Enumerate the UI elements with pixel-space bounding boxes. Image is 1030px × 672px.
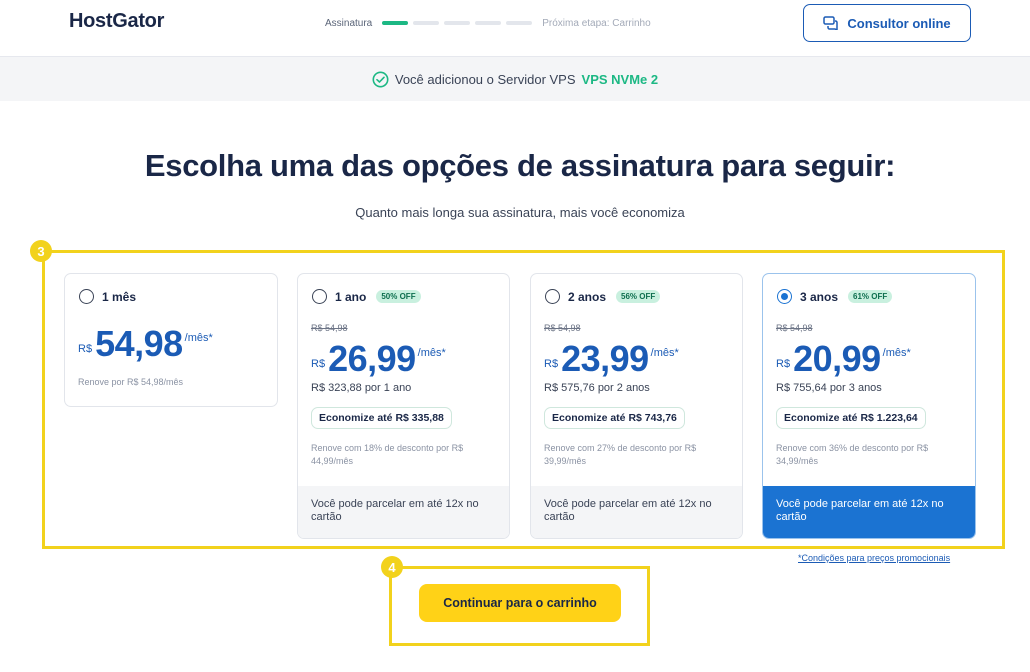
- price-period: /mês*: [417, 347, 446, 359]
- progress-bar-segment: [475, 21, 502, 25]
- added-product-notice: Você adicionou o Servidor VPS VPS NVMe 2: [0, 57, 1030, 101]
- price-period: /mês*: [882, 347, 911, 359]
- plan-radio-1-month[interactable]: [79, 289, 94, 304]
- notice-plan-name: VPS NVMe 2: [581, 71, 659, 87]
- chat-bubbles-icon: [823, 16, 839, 30]
- plan-term: 1 mês: [102, 289, 137, 304]
- plan-radio-3-years[interactable]: [777, 289, 792, 304]
- plan-renew-text: Renove com 18% de desconto por R$ 44,99/…: [311, 443, 464, 466]
- plan-old-price: R$ 54,98: [544, 323, 581, 333]
- plan-price: R$ 23,99 /mês*: [544, 341, 679, 377]
- page-title: Escolha uma das opções de assinatura par…: [144, 148, 896, 183]
- plan-term: 1 ano: [335, 289, 367, 304]
- price-currency: R$: [776, 358, 791, 370]
- price-currency: R$: [78, 343, 93, 355]
- cta-highlight-badge: 4: [381, 556, 403, 578]
- plan-card-2-years[interactable]: 2 anos 56% OFF R$ 54,98 R$ 23,99 /mês* R…: [530, 273, 743, 539]
- plan-installments-note: Você pode parcelar em até 12x no cartão: [763, 486, 975, 538]
- plan-renew-text: Renove com 36% de desconto por R$ 34,99/…: [776, 443, 929, 466]
- promo-conditions-link[interactable]: *Condições para preços promocionais: [798, 553, 950, 563]
- notice-text: Você adicionou o Servidor VPS: [394, 71, 576, 87]
- hostgator-logo[interactable]: HostGator: [69, 10, 164, 33]
- plan-card-1-month[interactable]: 1 mês R$ 54,98 /mês* Renove por R$ 54,98…: [64, 273, 278, 407]
- plan-term: 2 anos: [568, 289, 607, 304]
- plan-installments-note: Você pode parcelar em até 12x no cartão: [298, 486, 509, 538]
- plan-radio-2-years[interactable]: [545, 289, 560, 304]
- price-currency: R$: [544, 358, 559, 370]
- continue-to-cart-button[interactable]: Continuar para o carrinho: [419, 584, 621, 622]
- price-period: /mês*: [650, 347, 679, 359]
- plan-price: R$ 26,99 /mês*: [311, 341, 446, 377]
- price-value: 20,99: [793, 338, 881, 379]
- step-next-label: Próxima etapa: Carrinho: [542, 17, 651, 29]
- plan-price: R$ 54,98 /mês*: [78, 326, 213, 362]
- plan-term: 3 anos: [800, 289, 839, 304]
- plan-price: R$ 20,99 /mês*: [776, 341, 911, 377]
- plan-savings-badge: Economize até R$ 1.223,64: [776, 407, 926, 429]
- plan-savings-badge: Economize até R$ 335,88: [311, 407, 452, 429]
- price-value: 54,98: [95, 323, 183, 364]
- progress-bar-segment-active: [382, 21, 409, 25]
- plan-renew-text: Renove com 27% de desconto por R$ 39,99/…: [544, 443, 697, 466]
- top-header: HostGator Assinatura Próxima etapa: Carr…: [0, 0, 1030, 57]
- plan-installments-note: Você pode parcelar em até 12x no cartão: [531, 486, 742, 538]
- price-value: 26,99: [328, 338, 416, 379]
- plan-total: R$ 323,88 por 1 ano: [311, 382, 412, 394]
- plan-old-price: R$ 54,98: [311, 323, 348, 333]
- consultor-online-label: Consultor online: [847, 15, 951, 31]
- plan-card-3-years[interactable]: 3 anos 61% OFF R$ 54,98 R$ 20,99 /mês* R…: [762, 273, 976, 539]
- plans-highlight-badge: 3: [30, 240, 52, 262]
- consultor-online-button[interactable]: Consultor online: [803, 4, 971, 42]
- price-value: 23,99: [561, 338, 649, 379]
- plan-card-header: 1 mês: [79, 289, 136, 304]
- plan-radio-1-year[interactable]: [312, 289, 327, 304]
- check-circle-icon: [372, 71, 389, 87]
- discount-badge: 56% OFF: [616, 290, 661, 303]
- progress-bar-segment: [444, 21, 471, 25]
- progress-bar-segment: [506, 21, 533, 25]
- plan-card-header: 3 anos 61% OFF: [777, 289, 893, 304]
- price-currency: R$: [311, 358, 326, 370]
- discount-badge: 61% OFF: [848, 290, 893, 303]
- plan-card-header: 1 ano 50% OFF: [312, 289, 421, 304]
- plan-savings-badge: Economize até R$ 743,76: [544, 407, 685, 429]
- checkout-progress: Assinatura Próxima etapa: Carrinho: [325, 17, 651, 29]
- progress-bar-segment: [413, 21, 440, 25]
- price-period: /mês*: [184, 332, 213, 344]
- plan-total: R$ 755,64 por 3 anos: [776, 382, 882, 394]
- plan-card-header: 2 anos 56% OFF: [545, 289, 661, 304]
- step-current-label: Assinatura: [325, 17, 373, 29]
- plan-card-1-year[interactable]: 1 ano 50% OFF R$ 54,98 R$ 26,99 /mês* R$…: [297, 273, 510, 539]
- plan-total: R$ 575,76 por 2 anos: [544, 382, 650, 394]
- discount-badge: 50% OFF: [376, 290, 421, 303]
- plan-renew-text: Renove por R$ 54,98/mês: [78, 377, 184, 387]
- page-subtitle: Quanto mais longa sua assinatura, mais v…: [355, 205, 685, 220]
- plan-old-price: R$ 54,98: [776, 323, 813, 333]
